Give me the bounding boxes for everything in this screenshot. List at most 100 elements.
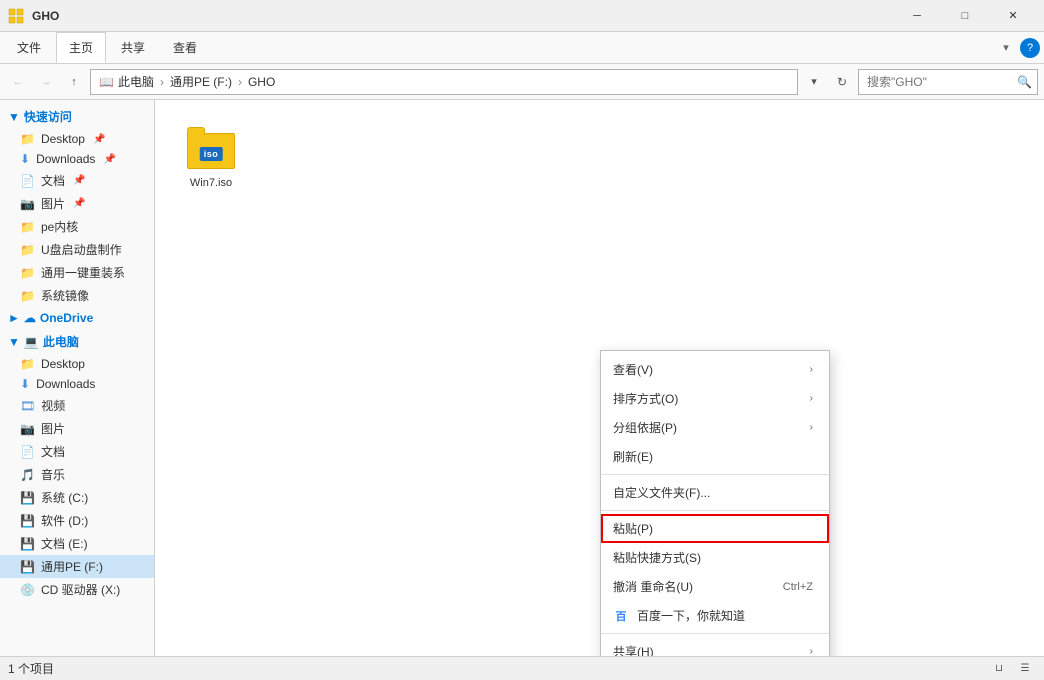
sidebar-item-video-label: 视频 xyxy=(41,397,65,414)
ctx-group[interactable]: 分组依据(P) › xyxy=(601,413,829,442)
ribbon-options-button[interactable]: ▾ xyxy=(994,36,1018,60)
status-bar: 1 个项目 ⊔ ☰ xyxy=(0,656,1044,680)
ctx-baidu-left: 百 百度一下，你就知道 xyxy=(613,607,745,624)
ctx-share-arrow: › xyxy=(810,646,813,656)
ctx-paste[interactable]: 粘贴(P) xyxy=(601,514,829,543)
sidebar-item-documents-label: 文档 xyxy=(41,443,65,460)
ctx-share-label: 共享(H) xyxy=(613,643,654,656)
quick-access-header[interactable]: ▼ 快速访问 xyxy=(0,104,154,129)
sidebar-item-music[interactable]: 🎵 音乐 xyxy=(0,463,154,486)
onedrive-label: OneDrive xyxy=(40,311,93,325)
view-controls: ⊔ ☰ xyxy=(988,660,1036,678)
address-path[interactable]: 📖 此电脑 › 通用PE (F:) › GHO xyxy=(90,69,798,95)
sidebar-item-d[interactable]: 💾 软件 (D:) xyxy=(0,509,154,532)
sidebar-item-documents[interactable]: 📄 文档 xyxy=(0,440,154,463)
ctx-view-label: 查看(V) xyxy=(613,361,653,378)
sidebar-item-downloads-quick[interactable]: ⬇ Downloads 📌 xyxy=(0,149,154,169)
chevron-down-icon-2: ▼ xyxy=(8,335,20,349)
ctx-share[interactable]: 共享(H) › xyxy=(601,637,829,656)
file-icon-win7iso: iso xyxy=(187,125,235,173)
address-bar: ← → ↑ 📖 此电脑 › 通用PE (F:) › GHO ▾ ↻ 🔍 xyxy=(0,64,1044,100)
sidebar-item-downloads-quick-label: Downloads xyxy=(36,152,95,166)
sidebar-item-sysimage[interactable]: 📁 系统镜像 xyxy=(0,284,154,307)
ctx-sep-3 xyxy=(601,633,829,634)
this-pc-header[interactable]: ▼ 💻 此电脑 xyxy=(0,329,154,354)
pin-icon-3: 📌 xyxy=(73,175,85,186)
up-button[interactable]: ↑ xyxy=(62,70,86,94)
onedrive-header[interactable]: ► ☁ OneDrive xyxy=(0,307,154,329)
sidebar-item-music-label: 音乐 xyxy=(41,466,65,483)
ribbon-tab-home[interactable]: 主页 xyxy=(56,32,106,63)
ctx-customize[interactable]: 自定义文件夹(F)... xyxy=(601,478,829,507)
maximize-button[interactable]: □ xyxy=(942,0,988,32)
ribbon: 文件 主页 共享 查看 ▾ ? xyxy=(0,32,1044,64)
dropdown-button[interactable]: ▾ xyxy=(802,70,826,94)
ctx-paste-label: 粘贴(P) xyxy=(613,520,653,537)
file-item-win7iso[interactable]: iso Win7.iso xyxy=(171,116,251,198)
sidebar-item-docs-quick-label: 文档 xyxy=(41,172,65,189)
path-drive[interactable]: 通用PE (F:) xyxy=(170,73,232,90)
item-count: 1 个项目 xyxy=(8,660,54,677)
sidebar-item-reinstall[interactable]: 📁 通用一键重装系 xyxy=(0,261,154,284)
refresh-button[interactable]: ↻ xyxy=(830,70,854,94)
sidebar-item-docs-quick[interactable]: 📄 文档 📌 xyxy=(0,169,154,192)
ctx-sep-1 xyxy=(601,474,829,475)
ctx-view[interactable]: 查看(V) › xyxy=(601,355,829,384)
ctx-sort-label: 排序方式(O) xyxy=(613,390,678,407)
forward-button[interactable]: → xyxy=(34,70,58,94)
ctx-sort-arrow: › xyxy=(810,393,813,404)
ctx-view-arrow: › xyxy=(810,364,813,375)
close-button[interactable]: ✕ xyxy=(990,0,1036,32)
ribbon-tab-share[interactable]: 共享 xyxy=(108,32,158,63)
sidebar-item-pe[interactable]: 📁 pe内核 xyxy=(0,215,154,238)
title-controls: ─ □ ✕ xyxy=(894,0,1036,32)
ctx-refresh-label: 刷新(E) xyxy=(613,448,653,465)
sidebar-item-x[interactable]: 💿 CD 驱动器 (X:) xyxy=(0,578,154,601)
sidebar-item-pics-quick[interactable]: 📷 图片 📌 xyxy=(0,192,154,215)
sidebar-item-pictures[interactable]: 📷 图片 xyxy=(0,417,154,440)
sidebar-item-f[interactable]: 💾 通用PE (F:) xyxy=(0,555,154,578)
help-button[interactable]: ? xyxy=(1020,38,1040,58)
search-container: 🔍 xyxy=(858,69,1038,95)
context-menu: 查看(V) › 排序方式(O) › 分组依据(P) › 刷新(E) 自定义文件夹… xyxy=(600,350,830,656)
window-title: GHO xyxy=(32,9,894,23)
ribbon-tab-file[interactable]: 文件 xyxy=(4,32,54,63)
ctx-baidu-label: 百度一下，你就知道 xyxy=(637,607,745,624)
search-input[interactable] xyxy=(858,69,1038,95)
sidebar-item-downloads-label: Downloads xyxy=(36,377,95,391)
title-bar-icons xyxy=(8,8,24,24)
detail-view-button[interactable]: ☰ xyxy=(1014,660,1036,678)
pin-icon: 📌 xyxy=(93,134,105,145)
back-button[interactable]: ← xyxy=(6,70,30,94)
path-this-pc[interactable]: 此电脑 xyxy=(118,73,154,90)
sidebar-item-desktop-label: Desktop xyxy=(41,357,85,371)
sidebar-item-pics-quick-label: 图片 xyxy=(41,195,65,212)
sidebar-item-x-label: CD 驱动器 (X:) xyxy=(41,581,120,598)
path-folder[interactable]: GHO xyxy=(248,75,275,89)
sidebar-item-desktop[interactable]: 📁 Desktop xyxy=(0,354,154,374)
sidebar-item-desktop-quick[interactable]: 📁 Desktop 📌 xyxy=(0,129,154,149)
large-icon-view-button[interactable]: ⊔ xyxy=(988,660,1010,678)
sidebar-item-pe-label: pe内核 xyxy=(41,218,78,235)
window-icon xyxy=(8,8,24,24)
sidebar-item-udisk[interactable]: 📁 U盘启动盘制作 xyxy=(0,238,154,261)
sidebar-item-e-label: 文档 (E:) xyxy=(41,535,88,552)
ribbon-tab-view[interactable]: 查看 xyxy=(160,32,210,63)
sidebar-item-desktop-quick-label: Desktop xyxy=(41,132,85,146)
minimize-button[interactable]: ─ xyxy=(894,0,940,32)
sidebar-item-video[interactable]: 🎞 视频 xyxy=(0,394,154,417)
content-area[interactable]: iso Win7.iso 查看(V) › 排序方式(O) › 分组依据(P) ›… xyxy=(155,100,1044,656)
sidebar-item-e[interactable]: 💾 文档 (E:) xyxy=(0,532,154,555)
ctx-refresh[interactable]: 刷新(E) xyxy=(601,442,829,471)
sidebar-item-downloads[interactable]: ⬇ Downloads xyxy=(0,374,154,394)
sidebar-item-c[interactable]: 💾 系统 (C:) xyxy=(0,486,154,509)
quick-access-label: 快速访问 xyxy=(24,108,72,125)
main-layout: ▼ 快速访问 📁 Desktop 📌 ⬇ Downloads 📌 📄 文档 📌 … xyxy=(0,100,1044,656)
ctx-paste-shortcut[interactable]: 粘贴快捷方式(S) xyxy=(601,543,829,572)
ctx-sort[interactable]: 排序方式(O) › xyxy=(601,384,829,413)
ctx-undo[interactable]: 撤消 重命名(U) Ctrl+Z xyxy=(601,572,829,601)
sidebar-item-pictures-label: 图片 xyxy=(41,420,65,437)
ctx-undo-shortcut: Ctrl+Z xyxy=(783,581,813,593)
ctx-baidu[interactable]: 百 百度一下，你就知道 xyxy=(601,601,829,630)
ctx-undo-label: 撤消 重命名(U) xyxy=(613,578,693,595)
